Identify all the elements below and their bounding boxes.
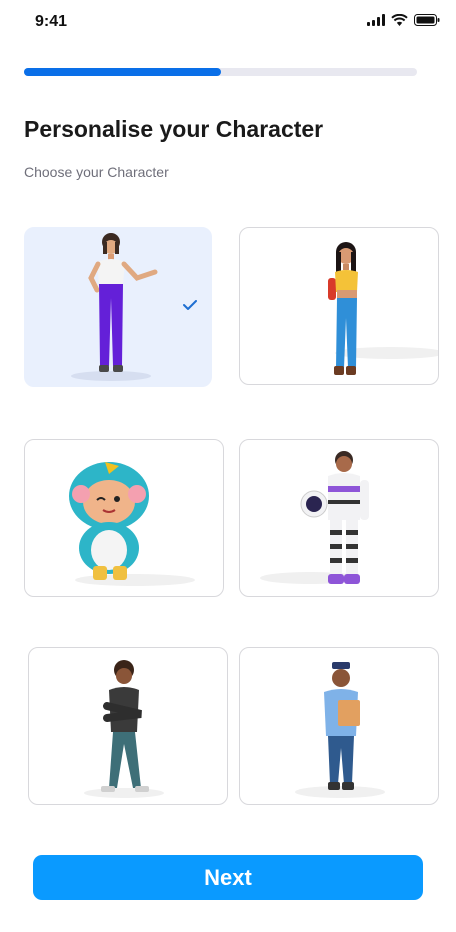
progress-bar [24,68,417,76]
page-title: Personalise your Character [24,116,324,142]
next-button[interactable]: Next [33,855,423,900]
wifi-icon [391,14,408,26]
character-card-boy[interactable] [28,647,228,805]
progress-fill [24,68,221,76]
character-card-police[interactable] [239,647,439,805]
battery-icon [414,14,440,26]
astronaut-character-illustration [260,451,369,584]
boy-character-illustration [84,660,164,798]
character-card-penguin-kid[interactable] [24,439,224,597]
status-time: 9:41 [35,13,68,30]
character-card-girl-backpack[interactable] [239,227,439,385]
girl-backpack-character-illustration [328,242,438,375]
signal-icon [367,14,385,26]
penguin-kid-character-illustration [69,462,195,586]
status-icons [367,14,440,26]
status-bar: 9:41 [0,0,456,44]
character-card-astronaut[interactable] [239,439,439,597]
page-subtitle: Choose your Character [24,164,169,180]
check-icon [183,300,197,310]
police-character-illustration [295,662,385,798]
character-card-woman[interactable] [24,227,212,387]
